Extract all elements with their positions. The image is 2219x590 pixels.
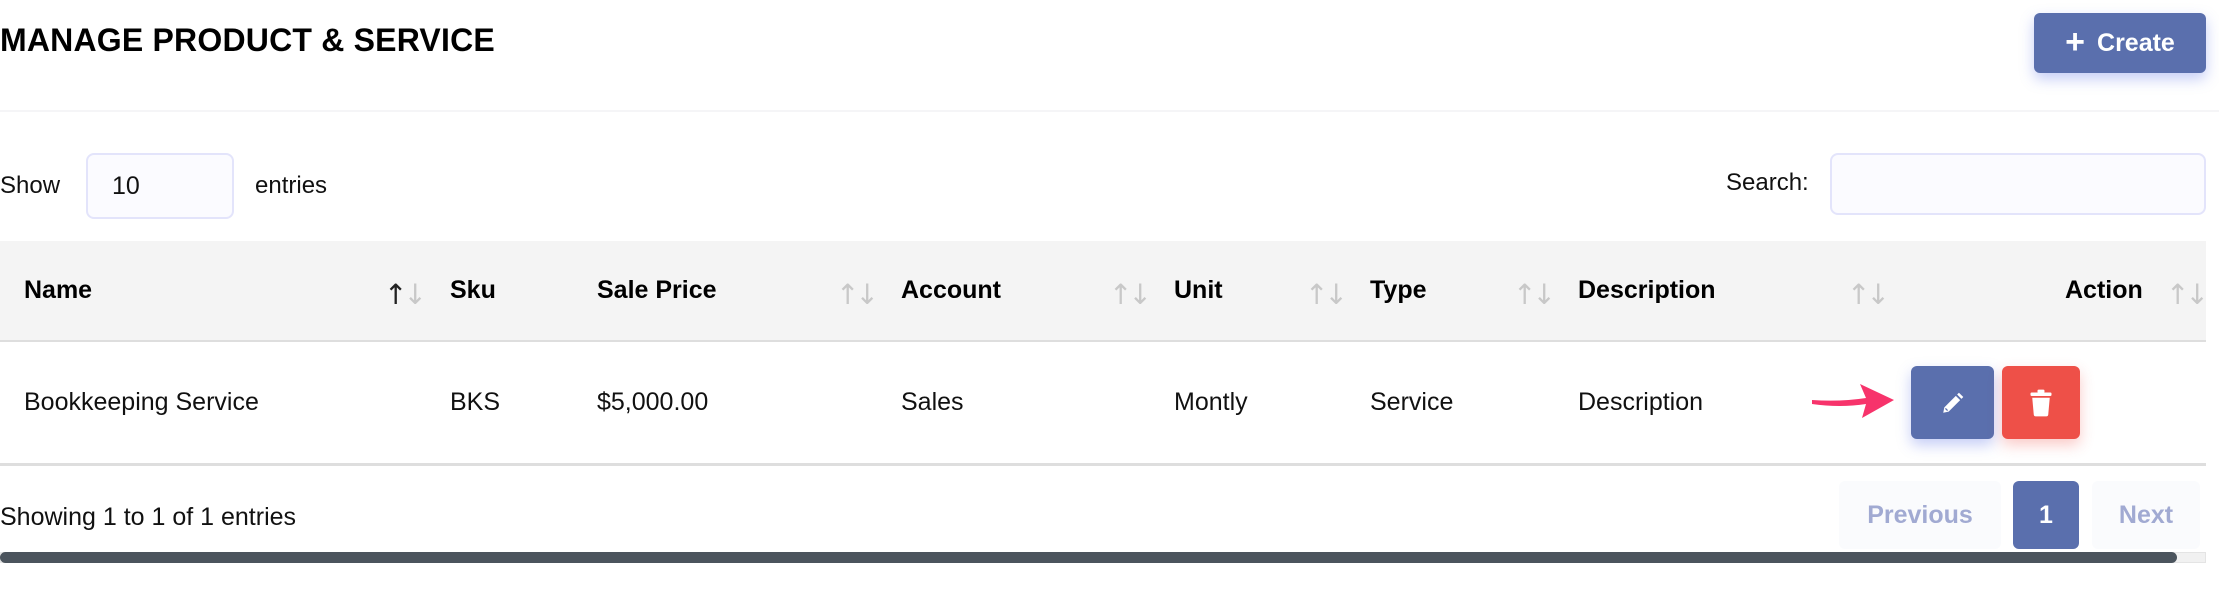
cell-sale-price: $5,000.00: [597, 388, 709, 416]
sort-icon[interactable]: ↑↓: [1513, 278, 1556, 311]
column-header-sku[interactable]: Sku: [450, 241, 496, 340]
sort-up-arrow: ↑: [1109, 278, 1133, 311]
sort-up-arrow: ↑: [1847, 278, 1871, 311]
sort-down-arrow: ↓: [2185, 278, 2209, 311]
column-header-label: Action: [2065, 276, 2143, 304]
sort-down-arrow: ↓: [1532, 278, 1556, 311]
horizontal-scrollbar-thumb[interactable]: [0, 552, 2177, 563]
sort-down-arrow: ↓: [1128, 278, 1152, 311]
column-header-label: Sale Price: [597, 276, 717, 304]
pagination-page-1[interactable]: 1: [2013, 481, 2079, 549]
header-divider: [0, 110, 2219, 112]
search-label: Search:: [1726, 169, 1809, 196]
show-label: Show: [0, 172, 61, 199]
sort-up-arrow: ↑: [1513, 278, 1537, 311]
column-header-label: Description: [1578, 276, 1716, 304]
pagination-next[interactable]: Next: [2092, 481, 2200, 549]
table-header-row: Name ↑↓ Sku Sale Price ↑↓ Account ↑↓ Uni…: [0, 241, 2209, 343]
sort-icon[interactable]: ↑↓: [836, 278, 879, 311]
edit-button[interactable]: [1911, 366, 1994, 439]
sort-down-arrow: ↓: [403, 278, 427, 311]
column-header-label: Unit: [1174, 276, 1223, 304]
column-header-action[interactable]: Action: [2065, 241, 2143, 340]
annotation-arrow-icon: [1812, 384, 1894, 418]
pagination-previous[interactable]: Previous: [1839, 481, 2001, 549]
sort-up-arrow: ↑: [384, 278, 408, 311]
create-button-label: Create: [2097, 28, 2175, 57]
create-button[interactable]: + Create: [2034, 13, 2206, 73]
column-header-name[interactable]: Name: [24, 241, 92, 340]
sort-icon[interactable]: ↑↓: [1847, 278, 1890, 311]
column-header-label: Name: [24, 276, 93, 304]
cell-account: Sales: [901, 388, 964, 416]
column-header-label: Type: [1370, 276, 1427, 304]
page-length-select[interactable]: 10: [86, 153, 234, 219]
entries-label: entries: [255, 172, 328, 199]
sort-icon[interactable]: ↑↓: [2166, 278, 2209, 311]
sort-down-arrow: ↓: [1866, 278, 1890, 311]
sort-up-arrow: ↑: [836, 278, 860, 311]
cell-description: Description: [1578, 388, 1704, 416]
delete-button[interactable]: [2002, 366, 2080, 439]
search-input[interactable]: [1830, 153, 2206, 215]
pencil-icon: [1942, 392, 1963, 413]
sort-up-arrow: ↑: [2166, 278, 2190, 311]
sort-ascending-icon[interactable]: ↑↓: [384, 278, 427, 311]
plus-icon: +: [2065, 22, 2086, 61]
column-header-sale-price[interactable]: Sale Price: [597, 241, 717, 340]
sort-icon[interactable]: ↑↓: [1305, 278, 1348, 311]
sort-down-arrow: ↓: [1324, 278, 1348, 311]
cell-unit: Montly: [1174, 388, 1248, 416]
table-info: Showing 1 to 1 of 1 entries: [0, 503, 297, 531]
column-header-description[interactable]: Description: [1578, 241, 1716, 340]
column-header-label: Account: [901, 276, 1001, 304]
trash-icon: [2030, 389, 2052, 416]
column-header-unit[interactable]: Unit: [1174, 241, 1223, 340]
cell-name: Bookkeeping Service: [24, 388, 259, 416]
sort-up-arrow: ↑: [1305, 278, 1329, 311]
sort-icon[interactable]: ↑↓: [1109, 278, 1152, 311]
sort-down-arrow: ↓: [855, 278, 879, 311]
page-title: MANAGE PRODUCT & SERVICE: [0, 22, 495, 58]
column-header-label: Sku: [450, 276, 496, 304]
column-header-account[interactable]: Account: [901, 241, 1001, 340]
column-header-type[interactable]: Type: [1370, 241, 1427, 340]
cell-sku: BKS: [450, 388, 501, 416]
cell-type: Service: [1370, 388, 1454, 416]
